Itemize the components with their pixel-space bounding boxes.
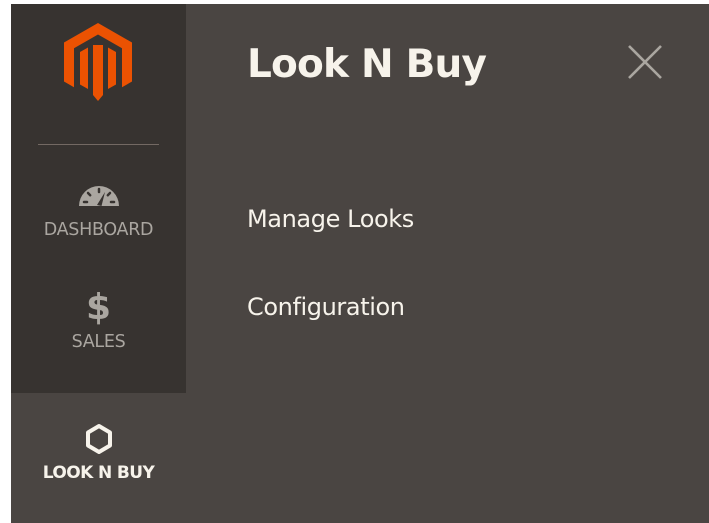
sidebar-item-label: SALES xyxy=(71,332,126,352)
sidebar-item-label: DASHBOARD xyxy=(43,220,154,240)
speedometer-icon xyxy=(77,176,121,208)
magento-logo-icon[interactable] xyxy=(64,23,132,101)
sidebar-item-sales[interactable]: $ SALES xyxy=(11,290,186,390)
sidebar-item-label: LOOK N BUY xyxy=(42,463,155,483)
sidebar-item-dashboard[interactable]: DASHBOARD xyxy=(11,176,186,276)
sidebar-divider xyxy=(38,144,159,145)
dollar-sign-icon: $ xyxy=(85,287,112,328)
submenu-panel: Look N Buy Manage Looks Configuration xyxy=(186,4,709,523)
hexagon-icon xyxy=(85,423,113,455)
menu-item-configuration[interactable]: Configuration xyxy=(247,292,414,322)
close-icon[interactable] xyxy=(624,41,666,83)
admin-sidebar: DASHBOARD $ SALES LOOK N BUY xyxy=(11,4,186,523)
menu-item-manage-looks[interactable]: Manage Looks xyxy=(247,204,414,234)
sidebar-item-look-n-buy[interactable]: LOOK N BUY xyxy=(11,393,186,523)
submenu-list: Manage Looks Configuration xyxy=(247,204,414,322)
admin-frame: DASHBOARD $ SALES LOOK N BUY Look N Buy … xyxy=(11,4,709,523)
panel-title: Look N Buy xyxy=(247,42,487,87)
